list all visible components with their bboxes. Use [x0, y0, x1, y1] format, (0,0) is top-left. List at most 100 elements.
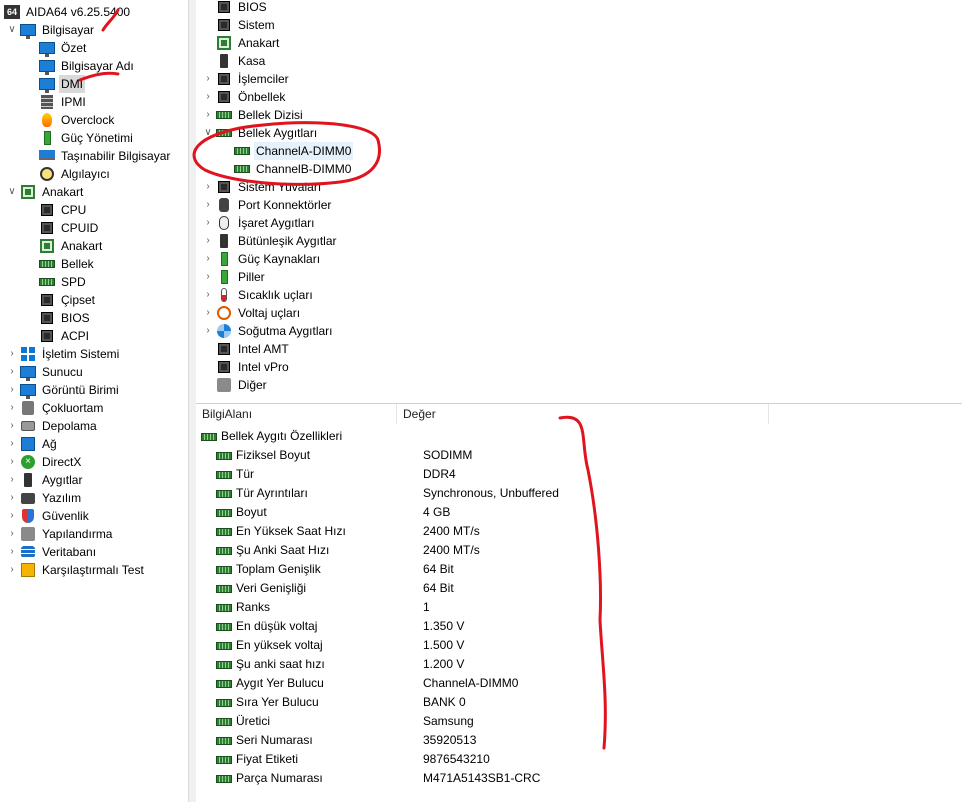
app-title-row[interactable]: 64 AIDA64 v6.25.5400	[4, 3, 132, 21]
chevron-down-icon[interactable]: ∨	[202, 124, 214, 142]
chevron-down-icon[interactable]: ∨	[6, 183, 18, 201]
tree-item[interactable]: Overclock	[25, 111, 116, 129]
chevron-right-icon[interactable]: ›	[6, 435, 18, 453]
table-row[interactable]: Sıra Yer Bulucu BANK 0	[216, 693, 956, 712]
chevron-right-icon[interactable]: ›	[6, 345, 18, 363]
chevron-right-icon[interactable]: ›	[202, 268, 214, 286]
chevron-right-icon[interactable]: ›	[202, 106, 214, 124]
tree-item[interactable]: › İşletim Sistemi	[6, 345, 121, 363]
table-row[interactable]: Tür Ayrıntıları Synchronous, Unbuffered	[216, 484, 956, 503]
tree-item[interactable]: › Piller	[202, 268, 267, 286]
tree-item[interactable]: › İşlemciler	[202, 70, 291, 88]
tree-item[interactable]: Algılayıcı	[25, 165, 112, 183]
chevron-right-icon[interactable]: ›	[202, 322, 214, 340]
tree-item[interactable]: › Bütünleşik Aygıtlar	[202, 232, 339, 250]
tree-item[interactable]: Intel vPro	[202, 358, 291, 376]
tree-item[interactable]: ChannelA-DIMM0	[220, 142, 354, 160]
table-row[interactable]: Aygıt Yer Bulucu ChannelA-DIMM0	[216, 674, 956, 693]
tree-item[interactable]: › Sıcaklık uçları	[202, 286, 315, 304]
tree-item[interactable]: Anakart	[202, 34, 281, 52]
table-row[interactable]: Fiyat Etiketi 9876543210	[216, 750, 956, 769]
chevron-right-icon[interactable]: ›	[6, 363, 18, 381]
tree-item[interactable]: › Soğutma Aygıtları	[202, 322, 335, 340]
tree-item[interactable]: BIOS	[25, 309, 92, 327]
tree-item[interactable]: › Çokluortam	[6, 399, 105, 417]
tree-item[interactable]: › Sunucu	[6, 363, 85, 381]
chevron-right-icon[interactable]: ›	[6, 471, 18, 489]
tree-item[interactable]: IPMI	[25, 93, 88, 111]
table-row[interactable]: Parça Numarası M471A5143SB1-CRC	[216, 769, 956, 788]
table-row[interactable]: En düşük voltaj 1.350 V	[216, 617, 956, 636]
table-row[interactable]: En yüksek voltaj 1.500 V	[216, 636, 956, 655]
chevron-right-icon[interactable]: ›	[6, 561, 18, 579]
tree-item[interactable]: CPUID	[25, 219, 100, 237]
chevron-right-icon[interactable]: ›	[6, 417, 18, 435]
tree-item[interactable]: ACPI	[25, 327, 91, 345]
table-row[interactable]: Boyut 4 GB	[216, 503, 956, 522]
tree-item[interactable]: BIOS	[202, 0, 269, 16]
tree-item[interactable]: ChannelB-DIMM0	[220, 160, 353, 178]
column-header-field[interactable]: BilgiAlanı	[196, 404, 397, 424]
chevron-right-icon[interactable]: ›	[202, 178, 214, 196]
details-group-row[interactable]: Bellek Aygıtı Özellikleri	[201, 427, 342, 446]
tree-item[interactable]: › Voltaj uçları	[202, 304, 302, 322]
chevron-right-icon[interactable]: ›	[6, 399, 18, 417]
tree-item[interactable]: › Güç Kaynakları	[202, 250, 322, 268]
tree-item[interactable]: ∨ Anakart	[6, 183, 85, 201]
tree-item[interactable]: Anakart	[25, 237, 104, 255]
tree-item[interactable]: Sistem	[202, 16, 277, 34]
column-header-value[interactable]: Değer	[397, 404, 769, 424]
tree-item[interactable]: Kasa	[202, 52, 267, 70]
chevron-right-icon[interactable]: ›	[6, 489, 18, 507]
tree-item[interactable]: › Aygıtlar	[6, 471, 84, 489]
tree-item[interactable]: › Depolama	[6, 417, 99, 435]
table-row[interactable]: Tür DDR4	[216, 465, 956, 484]
chevron-right-icon[interactable]: ›	[202, 70, 214, 88]
chevron-right-icon[interactable]: ›	[202, 214, 214, 232]
chevron-right-icon[interactable]: ›	[6, 525, 18, 543]
tree-item[interactable]: › Yazılım	[6, 489, 83, 507]
tree-item[interactable]: › Karşılaştırmalı Test	[6, 561, 146, 579]
tree-item[interactable]: Bilgisayar Adı	[25, 57, 136, 75]
table-row[interactable]: Toplam Genişlik 64 Bit	[216, 560, 956, 579]
tree-item[interactable]: Çipset	[25, 291, 97, 309]
chevron-right-icon[interactable]: ›	[6, 507, 18, 525]
chevron-down-icon[interactable]: ∨	[6, 21, 18, 39]
chevron-right-icon[interactable]: ›	[202, 250, 214, 268]
table-row[interactable]: Şu anki saat hızı 1.200 V	[216, 655, 956, 674]
tree-item[interactable]: CPU	[25, 201, 88, 219]
tree-item[interactable]: › Ağ	[6, 435, 59, 453]
table-row[interactable]: Üretici Samsung	[216, 712, 956, 731]
table-row[interactable]: Şu Anki Saat Hızı 2400 MT/s	[216, 541, 956, 560]
tree-item[interactable]: › × DirectX	[6, 453, 83, 471]
chevron-right-icon[interactable]: ›	[6, 453, 18, 471]
tree-item[interactable]: › Veritabanı	[6, 543, 98, 561]
chevron-right-icon[interactable]: ›	[6, 543, 18, 561]
table-row[interactable]: En Yüksek Saat Hızı 2400 MT/s	[216, 522, 956, 541]
tree-item[interactable]: Bellek	[25, 255, 96, 273]
chevron-right-icon[interactable]: ›	[202, 304, 214, 322]
tree-item[interactable]: ∨ Bellek Aygıtları	[202, 124, 319, 142]
table-row[interactable]: Veri Genişliği 64 Bit	[216, 579, 956, 598]
tree-item[interactable]: Taşınabilir Bilgisayar	[25, 147, 172, 165]
tree-item[interactable]: › Önbellek	[202, 88, 287, 106]
chevron-right-icon[interactable]: ›	[202, 196, 214, 214]
tree-item[interactable]: Özet	[25, 39, 88, 57]
tree-item[interactable]: ∨ Bilgisayar	[6, 21, 96, 39]
table-row[interactable]: Seri Numarası 35920513	[216, 731, 956, 750]
tree-item[interactable]: DMI	[25, 75, 85, 93]
chevron-right-icon[interactable]: ›	[202, 232, 214, 250]
tree-item[interactable]: › Görüntü Birimi	[6, 381, 121, 399]
chevron-right-icon[interactable]: ›	[6, 381, 18, 399]
table-row[interactable]: Fiziksel Boyut SODIMM	[216, 446, 956, 465]
tree-item[interactable]: › İşaret Aygıtları	[202, 214, 316, 232]
splitter[interactable]	[189, 0, 196, 802]
chevron-right-icon[interactable]: ›	[202, 88, 214, 106]
tree-item[interactable]: Güç Yönetimi	[25, 129, 135, 147]
tree-item[interactable]: Diğer	[202, 376, 269, 394]
tree-item[interactable]: › Port Konnektörler	[202, 196, 333, 214]
table-row[interactable]: Ranks 1	[216, 598, 956, 617]
tree-item[interactable]: Intel AMT	[202, 340, 291, 358]
tree-item[interactable]: SPD	[25, 273, 88, 291]
chevron-right-icon[interactable]: ›	[202, 286, 214, 304]
